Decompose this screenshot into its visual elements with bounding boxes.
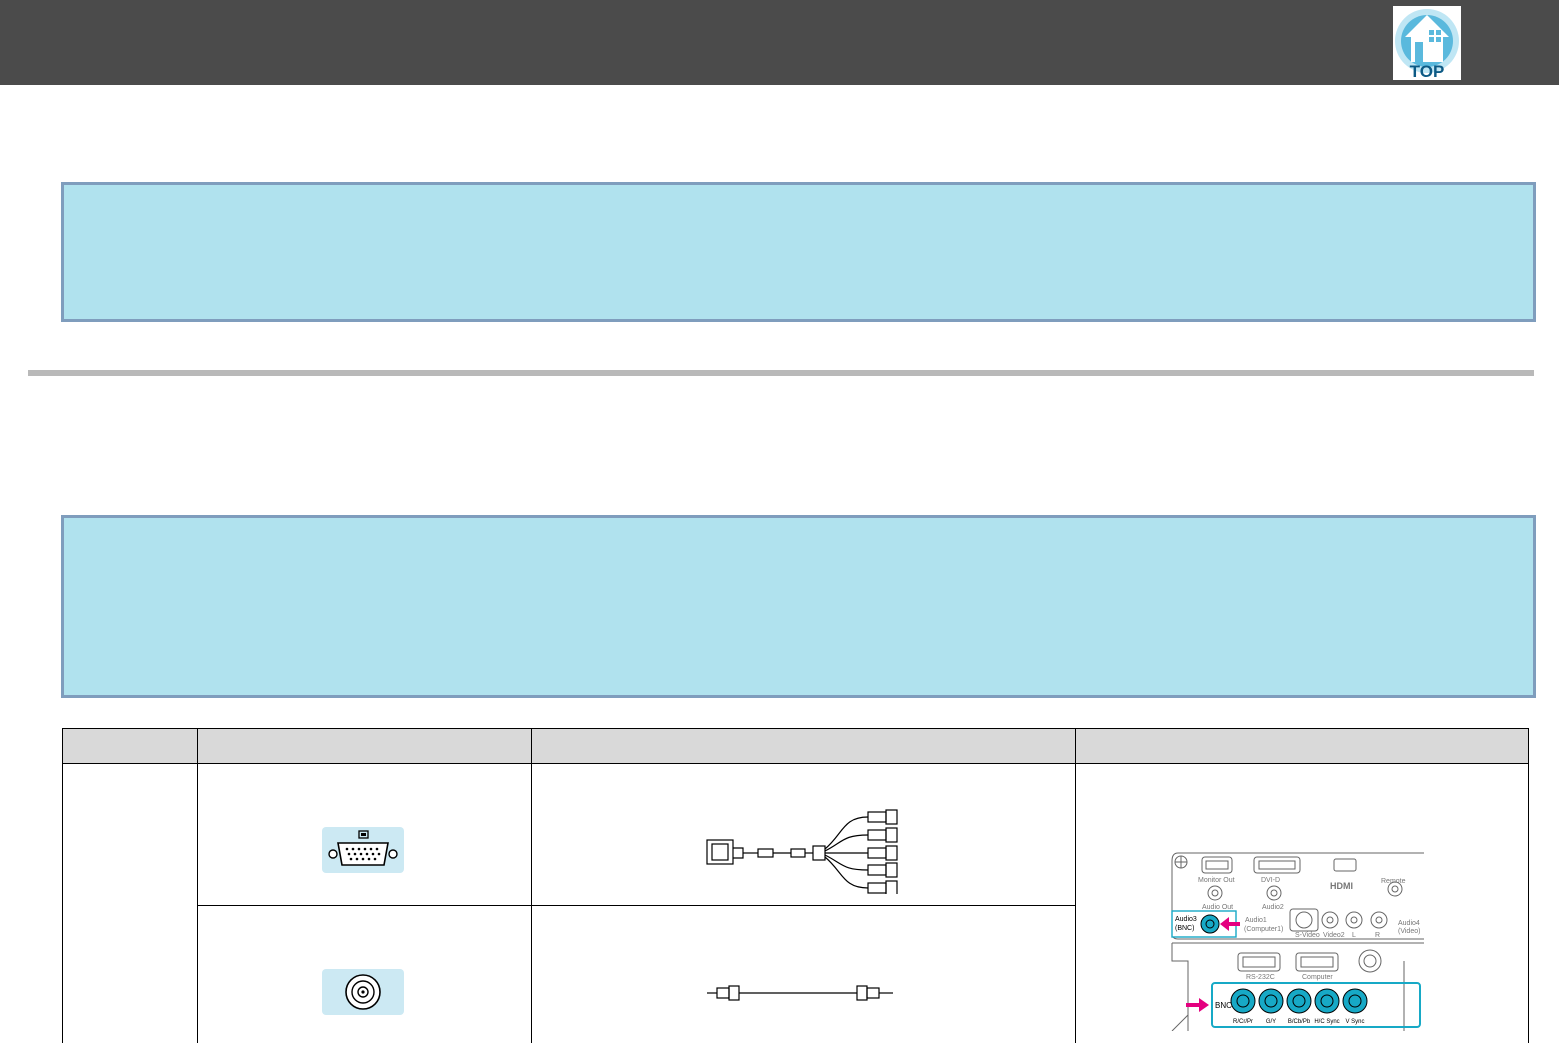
panel-label: (Video) [1398, 928, 1420, 935]
panel-label: Audio2 [1262, 904, 1284, 911]
panel-label: HDMI [1330, 881, 1353, 891]
panel-label: H/C Sync [1314, 1019, 1339, 1025]
note-box [61, 182, 1536, 322]
column-header [63, 729, 197, 764]
panel-label: B/Cb/Pb [1288, 1019, 1311, 1025]
panel-label: BNC [1215, 1001, 1232, 1010]
panel-label: (Computer1) [1244, 926, 1283, 933]
top-button[interactable]: TOP [1393, 6, 1461, 80]
panel-label: (BNC) [1175, 925, 1194, 932]
panel-label: Video2 [1323, 932, 1345, 939]
table-divider [197, 905, 1075, 906]
panel-label: Monitor Out [1198, 877, 1235, 884]
note-box [61, 515, 1536, 698]
panel-label: R [1375, 932, 1380, 939]
projector-rear-panel: Monitor Out Audio Out DVI-D Audio2 HDMI … [1168, 849, 1424, 1031]
panel-label: G/Y [1266, 1019, 1276, 1025]
column-header [197, 729, 531, 764]
header-bar [0, 0, 1559, 85]
panel-label: Audio Out [1202, 904, 1233, 911]
panel-label: Computer [1302, 974, 1333, 981]
panel-label: DVI-D [1261, 877, 1280, 884]
panel-label: V Sync [1345, 1019, 1364, 1025]
panel-label: RS-232C [1246, 974, 1275, 981]
home-icon: TOP [1395, 9, 1459, 80]
column-header [1075, 729, 1528, 764]
vga-to-bnc-cable-icon [703, 804, 903, 894]
top-button-label: TOP [1410, 62, 1445, 80]
column-header [531, 729, 1075, 764]
panel-label: Audio1 [1245, 917, 1267, 924]
bnc-audio-port-icon [322, 969, 404, 1015]
audio-cable-icon [705, 981, 900, 1005]
panel-label: S-Video [1295, 932, 1320, 939]
panel-label: Audio4 [1398, 920, 1420, 927]
table-divider [531, 729, 532, 1043]
table-divider [1075, 729, 1076, 1043]
panel-label: Remote [1381, 878, 1406, 885]
computer-port-icon [322, 827, 404, 873]
section-divider [28, 370, 1534, 376]
table-divider [197, 729, 198, 1043]
panel-label: L [1352, 932, 1356, 939]
connection-table: Monitor Out Audio Out DVI-D Audio2 HDMI … [62, 728, 1529, 1043]
panel-label: R/Cr/Pr [1233, 1019, 1253, 1025]
panel-label: Audio3 [1175, 916, 1197, 923]
